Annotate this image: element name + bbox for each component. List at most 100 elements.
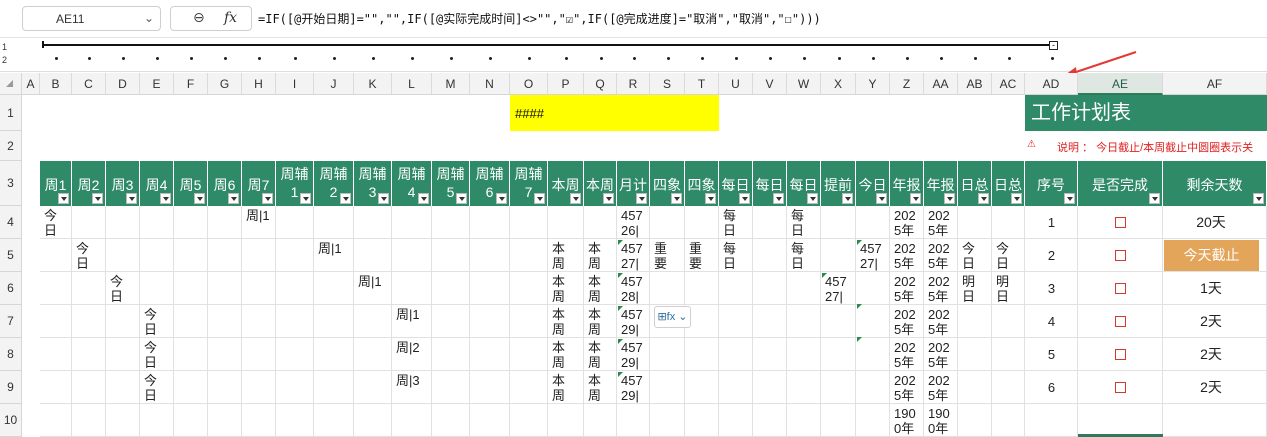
cell[interactable] bbox=[106, 338, 140, 371]
cell[interactable] bbox=[470, 272, 510, 305]
cell[interactable] bbox=[992, 338, 1025, 371]
column-header-Z[interactable]: Z bbox=[890, 73, 924, 95]
filter-dropdown-icon[interactable] bbox=[570, 193, 581, 204]
cell[interactable] bbox=[470, 338, 510, 371]
table-header-N[interactable]: 周辅 6 bbox=[470, 161, 510, 206]
cell[interactable] bbox=[354, 338, 392, 371]
cell[interactable] bbox=[685, 338, 719, 371]
cell[interactable] bbox=[432, 239, 470, 272]
cell[interactable] bbox=[208, 239, 242, 272]
row-header-4[interactable]: 4 bbox=[0, 206, 22, 239]
table-header-O[interactable]: 周辅 7 bbox=[510, 161, 548, 206]
error-indicator-icon[interactable] bbox=[618, 339, 623, 344]
table-header-Y[interactable]: 今日 bbox=[856, 161, 890, 206]
row-header-10[interactable]: 10 bbox=[0, 404, 22, 437]
cell[interactable] bbox=[856, 404, 890, 437]
cell[interactable] bbox=[314, 305, 354, 338]
table-header-I[interactable]: 周辅 1 bbox=[276, 161, 314, 206]
table-header-P[interactable]: 本周 bbox=[548, 161, 584, 206]
cell[interactable] bbox=[432, 371, 470, 404]
column-header-Q[interactable]: Q bbox=[584, 73, 617, 95]
chevron-down-icon[interactable]: ⌄ bbox=[144, 11, 154, 25]
cell[interactable] bbox=[276, 371, 314, 404]
outline-level-1[interactable]: 1 bbox=[2, 42, 7, 52]
cell[interactable] bbox=[354, 404, 392, 437]
cell[interactable] bbox=[685, 404, 719, 437]
filter-dropdown-icon[interactable] bbox=[1011, 193, 1022, 204]
cell[interactable] bbox=[753, 305, 787, 338]
column-header-L[interactable]: L bbox=[392, 73, 432, 95]
table-header-Z[interactable]: 年报 bbox=[890, 161, 924, 206]
table-header-D[interactable]: 周3 bbox=[106, 161, 140, 206]
column-header-F[interactable]: F bbox=[174, 73, 208, 95]
cell[interactable] bbox=[354, 239, 392, 272]
cell[interactable] bbox=[174, 206, 208, 239]
cell[interactable] bbox=[392, 206, 432, 239]
table-header-W[interactable]: 每日 bbox=[787, 161, 821, 206]
cell[interactable] bbox=[242, 239, 276, 272]
filter-dropdown-icon[interactable] bbox=[228, 193, 239, 204]
filter-dropdown-icon[interactable] bbox=[876, 193, 887, 204]
cell[interactable] bbox=[40, 404, 72, 437]
filter-dropdown-icon[interactable] bbox=[636, 193, 647, 204]
cell[interactable] bbox=[174, 272, 208, 305]
cell[interactable] bbox=[174, 371, 208, 404]
cell[interactable] bbox=[719, 272, 753, 305]
filter-dropdown-icon[interactable] bbox=[58, 193, 69, 204]
filter-dropdown-icon[interactable] bbox=[534, 193, 545, 204]
cell[interactable] bbox=[753, 239, 787, 272]
table-header-L[interactable]: 周辅 4 bbox=[392, 161, 432, 206]
cell[interactable] bbox=[392, 404, 432, 437]
cell[interactable] bbox=[510, 239, 548, 272]
cell[interactable] bbox=[314, 272, 354, 305]
cell[interactable] bbox=[787, 338, 821, 371]
column-header-AA[interactable]: AA bbox=[924, 73, 958, 95]
filter-dropdown-icon[interactable] bbox=[807, 193, 818, 204]
table-header-R[interactable]: 月计 bbox=[617, 161, 650, 206]
filter-dropdown-icon[interactable] bbox=[603, 193, 614, 204]
cell[interactable] bbox=[719, 371, 753, 404]
cell[interactable] bbox=[685, 272, 719, 305]
column-header-C[interactable]: C bbox=[72, 73, 106, 95]
cell[interactable] bbox=[787, 272, 821, 305]
table-header-B[interactable]: 周1 bbox=[40, 161, 72, 206]
cell[interactable] bbox=[958, 206, 992, 239]
cell[interactable] bbox=[510, 272, 548, 305]
cell[interactable] bbox=[208, 371, 242, 404]
cell[interactable] bbox=[106, 239, 140, 272]
column-header-AB[interactable]: AB bbox=[958, 73, 992, 95]
cell[interactable] bbox=[856, 206, 890, 239]
cell[interactable] bbox=[650, 272, 685, 305]
cell[interactable] bbox=[1025, 404, 1078, 437]
table-header-S[interactable]: 四象 bbox=[650, 161, 685, 206]
cell[interactable] bbox=[470, 239, 510, 272]
fx-icon[interactable]: fx bbox=[224, 10, 237, 26]
cell[interactable] bbox=[242, 272, 276, 305]
filter-dropdown-icon[interactable] bbox=[262, 193, 273, 204]
cell[interactable] bbox=[958, 338, 992, 371]
cell[interactable] bbox=[510, 338, 548, 371]
column-header-P[interactable]: P bbox=[548, 73, 584, 95]
error-indicator-icon[interactable] bbox=[857, 337, 862, 342]
cell[interactable] bbox=[510, 206, 548, 239]
filter-dropdown-icon[interactable] bbox=[1253, 193, 1264, 204]
column-header-D[interactable]: D bbox=[106, 73, 140, 95]
column-header-G[interactable]: G bbox=[208, 73, 242, 95]
filter-dropdown-icon[interactable] bbox=[773, 193, 784, 204]
cell[interactable] bbox=[40, 305, 72, 338]
column-header-AC[interactable]: AC bbox=[992, 73, 1025, 95]
cell[interactable] bbox=[510, 305, 548, 338]
column-header-B[interactable]: B bbox=[40, 73, 72, 95]
filter-dropdown-icon[interactable] bbox=[92, 193, 103, 204]
table-header-AD[interactable]: 序号 bbox=[1025, 161, 1078, 206]
cell[interactable] bbox=[470, 404, 510, 437]
filter-dropdown-icon[interactable] bbox=[1149, 193, 1160, 204]
row-header-6[interactable]: 6 bbox=[0, 272, 22, 305]
error-indicator-icon[interactable] bbox=[618, 306, 623, 311]
cell[interactable] bbox=[140, 206, 174, 239]
cell[interactable] bbox=[314, 338, 354, 371]
cell[interactable] bbox=[174, 305, 208, 338]
filter-dropdown-icon[interactable] bbox=[194, 193, 205, 204]
cell[interactable] bbox=[242, 338, 276, 371]
cell[interactable] bbox=[958, 305, 992, 338]
